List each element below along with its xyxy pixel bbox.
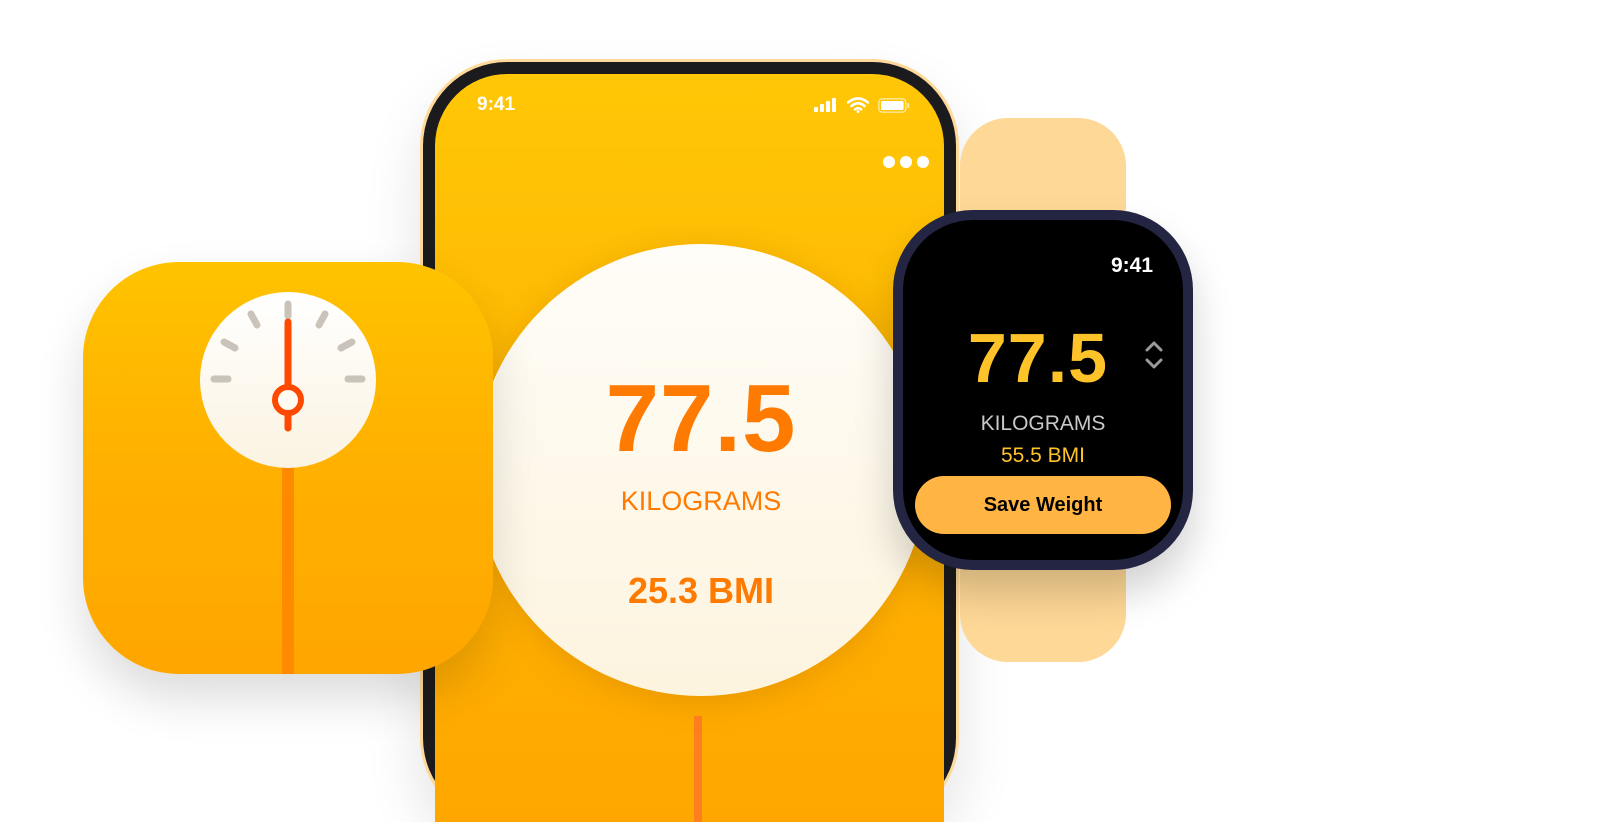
more-dot-icon [917, 156, 929, 168]
save-weight-button[interactable]: Save Weight [915, 476, 1171, 534]
dial-face-icon [210, 300, 366, 432]
watch-screen: 9:41 77.5 KILOGRAMS 55.5 BMI Save Weight [903, 220, 1183, 560]
phone-mockup: 9:41 77.5 KILOGRAMS 25.3 BMI [423, 62, 956, 822]
more-dot-icon [883, 156, 895, 168]
weight-value: 77.5 [605, 365, 797, 472]
battery-icon [878, 97, 910, 113]
icon-scale-bar [282, 462, 294, 674]
more-options-button[interactable] [882, 152, 930, 172]
watch-bmi-value: 55.5 BMI [1000, 444, 1086, 467]
watch-mockup: 9:41 77.5 KILOGRAMS 55.5 BMI Save Weight [893, 210, 1193, 570]
weight-unit-label: KILOGRAMS [620, 486, 782, 516]
chevron-up-down-icon[interactable] [1143, 338, 1165, 377]
watch-weight-value: 77.5 [967, 319, 1109, 397]
bmi-value: 25.3 BMI [627, 570, 775, 611]
wifi-icon [847, 97, 869, 113]
app-icon [83, 262, 493, 674]
weight-display-circle: 77.5 KILOGRAMS 25.3 BMI [475, 244, 927, 696]
phone-status-time: 9:41 [477, 94, 516, 115]
watch-unit-label: KILOGRAMS [980, 412, 1106, 435]
scale-needle [694, 716, 702, 822]
cellular-signal-icon [814, 98, 836, 112]
more-dot-icon [900, 156, 912, 168]
watch-status-time: 9:41 [1110, 254, 1153, 277]
scale-dial-icon [200, 292, 376, 468]
phone-screen: 9:41 77.5 KILOGRAMS 25.3 BMI [435, 74, 944, 822]
status-icons [814, 97, 910, 113]
